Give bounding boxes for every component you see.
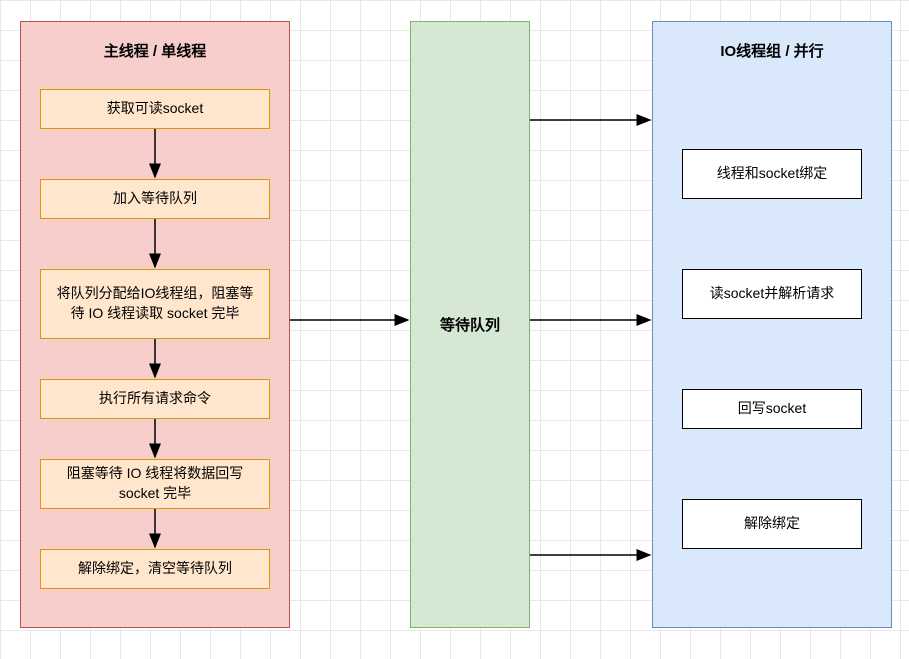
step-assign-io: 将队列分配给IO线程组，阻塞等待 IO 线程读取 socket 完毕 [40,269,270,339]
step-enqueue: 加入等待队列 [40,179,270,219]
io-step-read-parse: 读socket并解析请求 [682,269,862,319]
panel-main-thread-title: 主线程 / 单线程 [21,40,289,61]
io-step-writeback: 回写socket [682,389,862,429]
panel-io-thread-title: IO线程组 / 并行 [653,40,891,61]
step-get-socket: 获取可读socket [40,89,270,129]
step-unbind-clear: 解除绑定，清空等待队列 [40,549,270,589]
io-step-unbind: 解除绑定 [682,499,862,549]
panel-queue: 等待队列 [410,21,530,628]
io-step-bind: 线程和socket绑定 [682,149,862,199]
step-wait-writeback: 阻塞等待 IO 线程将数据回写 socket 完毕 [40,459,270,509]
queue-label: 等待队列 [440,314,500,335]
step-execute: 执行所有请求命令 [40,379,270,419]
